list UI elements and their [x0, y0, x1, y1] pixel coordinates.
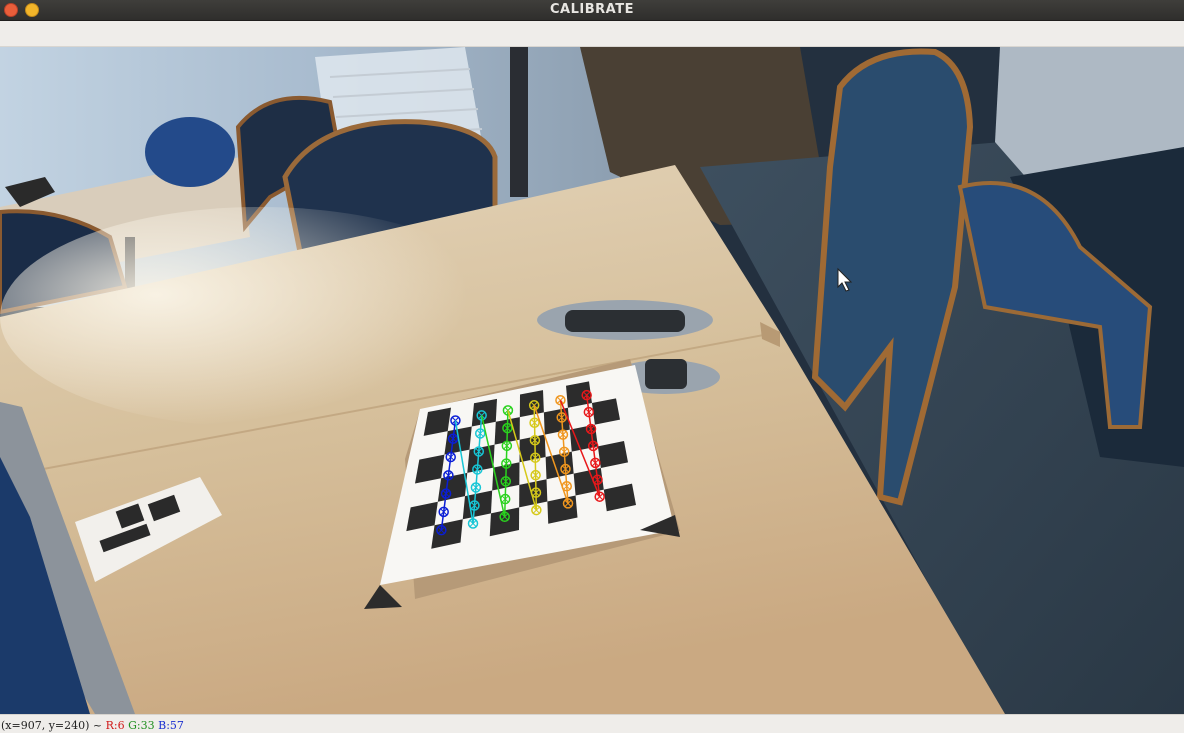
pixel-coordinates: (x=907, y=240) ~: [1, 719, 103, 732]
status-bar: (x=907, y=240) ~ R:6 G:33 B:57: [0, 714, 1184, 733]
camera-frame: [0, 47, 1184, 714]
pixel-red-value: R:6: [105, 719, 125, 732]
camera-view[interactable]: [0, 47, 1184, 714]
pixel-blue-value: B:57: [158, 719, 184, 732]
title-bar: CALIBRATE: [0, 0, 1184, 21]
toolbar: [0, 21, 1184, 47]
chair-edge: [510, 47, 528, 197]
window-title: CALIBRATE: [550, 2, 634, 17]
cable-port-1-slot: [565, 310, 685, 332]
pixel-green-value: G:33: [128, 719, 155, 732]
cable-port-2-slot: [645, 359, 687, 389]
chair-back-blue: [145, 117, 235, 187]
